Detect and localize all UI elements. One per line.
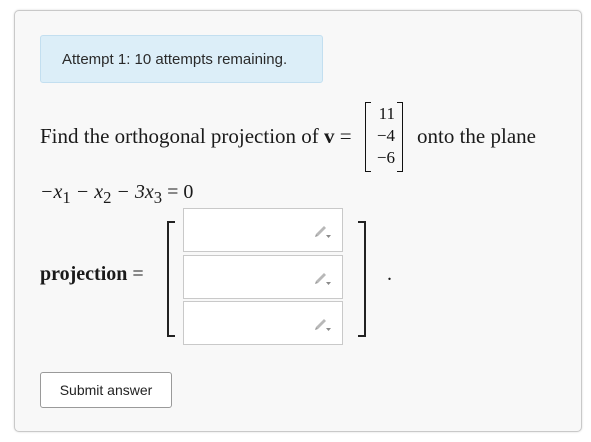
projection-word: projection bbox=[40, 263, 128, 285]
question-suffix: onto the plane bbox=[417, 124, 536, 148]
answer-input-3[interactable] bbox=[183, 301, 343, 345]
plane-sub-3: 3 bbox=[153, 188, 163, 207]
answer-terminator: . bbox=[387, 263, 392, 285]
projection-equals: = bbox=[127, 263, 144, 285]
vector-entry-3: −6 bbox=[376, 148, 395, 167]
vector-entry-1: 11 bbox=[378, 104, 395, 123]
answer-right-bracket bbox=[358, 221, 366, 337]
answer-input-2[interactable] bbox=[183, 255, 343, 299]
plane-term-1: −x bbox=[40, 181, 63, 203]
plane-sub-1: 1 bbox=[62, 188, 71, 207]
answer-left-bracket bbox=[167, 221, 175, 337]
question-prefix: Find the orthogonal projection of bbox=[40, 124, 325, 148]
question-text: Find the orthogonal projection of v = bbox=[40, 124, 352, 149]
vector-equals: = bbox=[334, 124, 352, 148]
submit-answer-button[interactable]: Submit answer bbox=[40, 372, 172, 408]
pencil-dropdown-icon[interactable] bbox=[312, 220, 332, 240]
pencil-dropdown-icon[interactable] bbox=[312, 267, 332, 287]
vector-entry-2: −4 bbox=[376, 126, 395, 145]
plane-rhs: = 0 bbox=[162, 181, 194, 203]
plane-equation: −x1 − x2 − 3x3 = 0 bbox=[40, 181, 193, 208]
question-card: Attempt 1: 10 attempts remaining. Find t… bbox=[14, 10, 582, 432]
vector-left-bracket bbox=[365, 102, 371, 172]
vector-matrix: 11 −4 −6 bbox=[365, 102, 403, 172]
plane-term-2: − x bbox=[70, 181, 104, 203]
attempt-banner: Attempt 1: 10 attempts remaining. bbox=[40, 35, 323, 83]
vector-symbol: v bbox=[324, 124, 335, 148]
pencil-dropdown-icon[interactable] bbox=[312, 313, 332, 333]
projection-label: projection = bbox=[40, 263, 144, 286]
plane-term-3: − 3x bbox=[111, 181, 154, 203]
answer-input-1[interactable] bbox=[183, 208, 343, 252]
vector-right-bracket bbox=[397, 102, 403, 172]
